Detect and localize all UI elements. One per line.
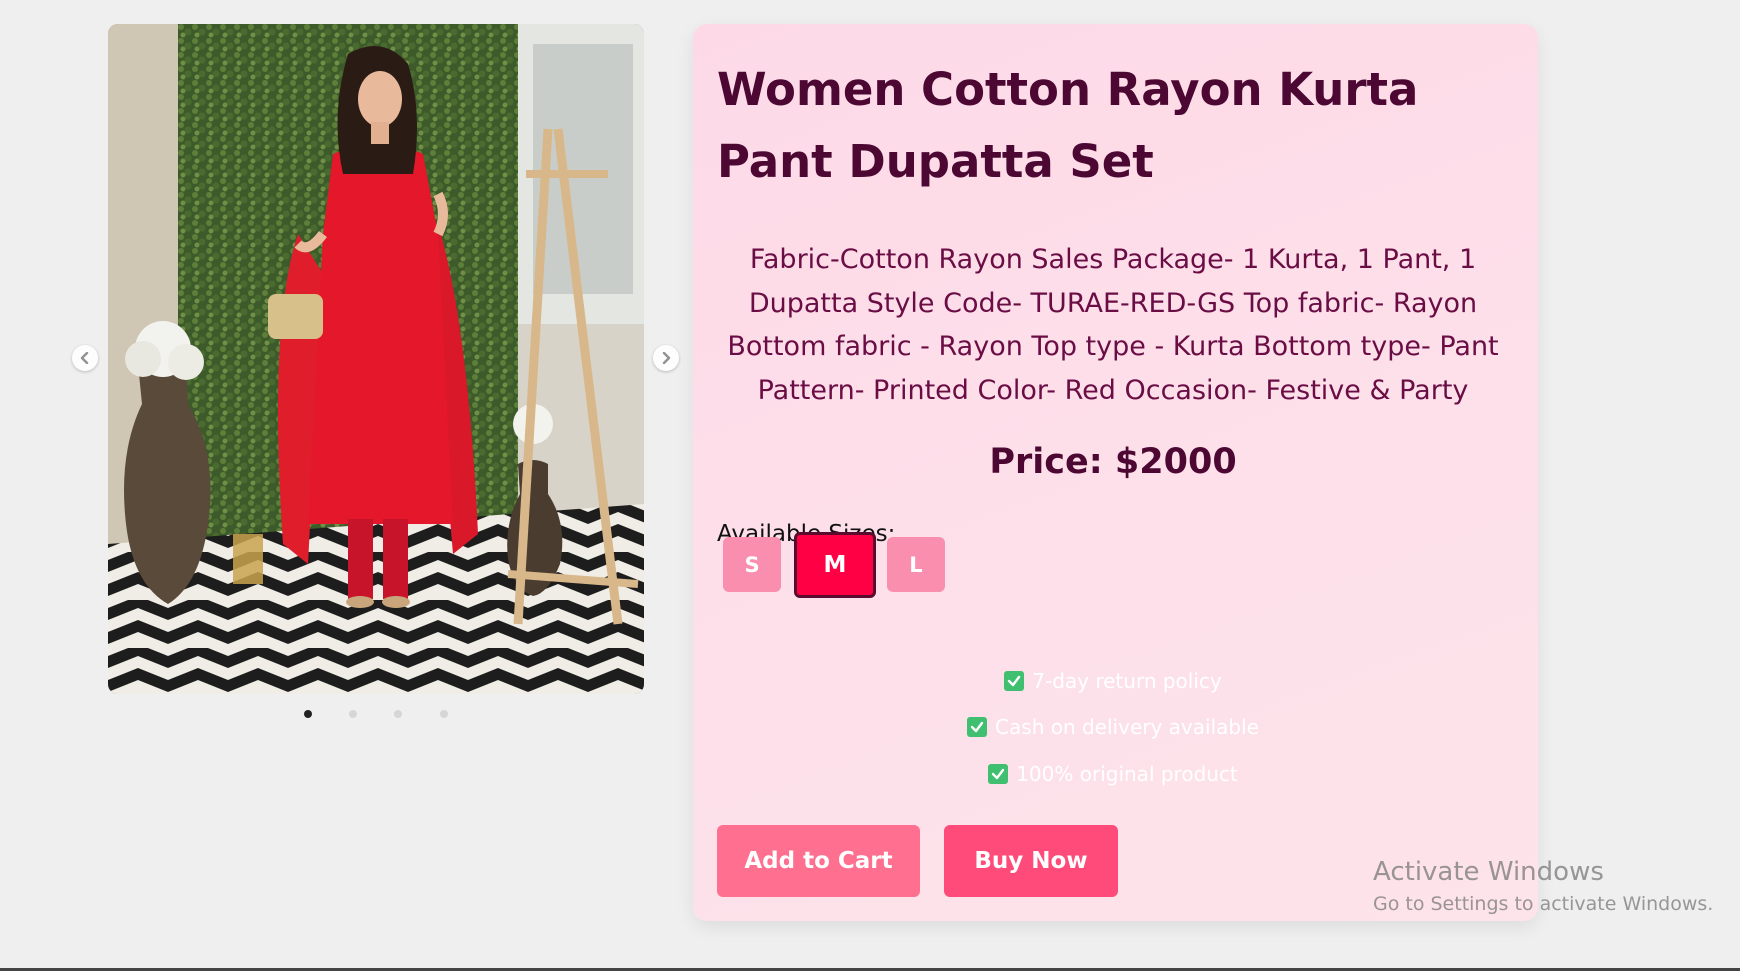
- perk-item: 7-day return policy: [717, 666, 1509, 696]
- perk-text: 100% original product: [1016, 762, 1238, 786]
- check-icon: [967, 717, 988, 737]
- add-to-cart-button[interactable]: Add to Cart: [717, 825, 920, 897]
- product-image: [108, 24, 644, 694]
- chevron-right-icon: [662, 352, 671, 364]
- perk-item: 100% original product: [717, 759, 1509, 789]
- check-icon: [988, 764, 1009, 784]
- carousel-dot[interactable]: [304, 710, 312, 718]
- product-title: Women Cotton Rayon Kurta Pant Dupatta Se…: [717, 63, 1419, 188]
- carousel-prev-button[interactable]: [72, 345, 98, 371]
- carousel-dot[interactable]: [394, 710, 402, 718]
- perk-item: Cash on delivery available: [717, 712, 1509, 742]
- carousel-dot[interactable]: [349, 710, 357, 718]
- buy-now-button[interactable]: Buy Now: [944, 825, 1118, 897]
- check-icon: [1004, 671, 1025, 691]
- product-details-card: Women Cotton Rayon Kurta Pant Dupatta Se…: [693, 24, 1538, 921]
- size-button-l[interactable]: L: [887, 537, 945, 592]
- product-carousel: [70, 20, 680, 735]
- chevron-left-icon: [80, 352, 89, 364]
- carousel-next-button[interactable]: [653, 345, 679, 371]
- size-button-m[interactable]: M: [794, 532, 876, 598]
- product-description: Fabric-Cotton Rayon Sales Package- 1 Kur…: [727, 244, 1499, 406]
- size-button-s[interactable]: S: [723, 537, 781, 592]
- carousel-dot[interactable]: [440, 710, 448, 718]
- perk-text: Cash on delivery available: [995, 715, 1259, 739]
- perk-text: 7-day return policy: [1032, 669, 1222, 693]
- carousel-dots: [70, 710, 680, 722]
- product-price: Price: $2000: [989, 442, 1237, 482]
